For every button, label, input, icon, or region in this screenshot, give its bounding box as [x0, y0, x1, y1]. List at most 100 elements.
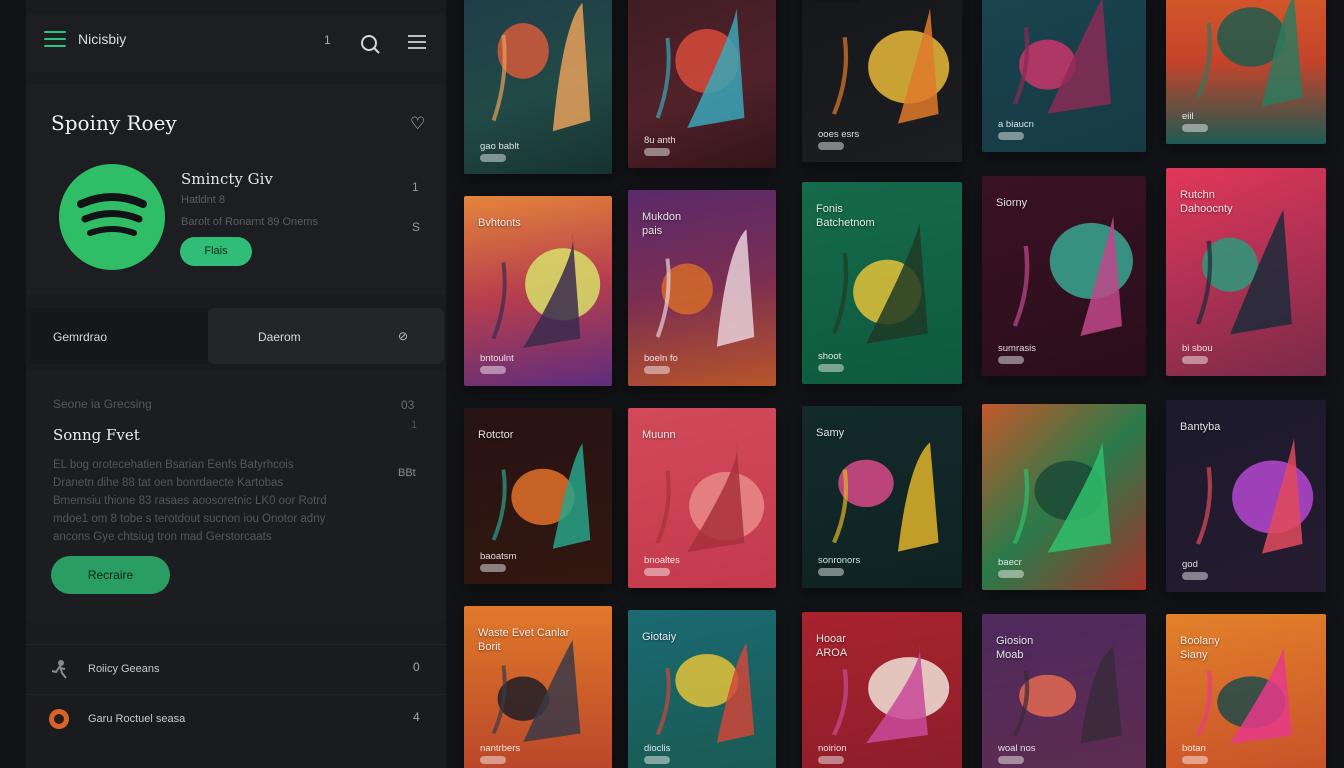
album-caption: Sumrasis: [998, 343, 1037, 354]
album-card[interactable]: Giosion Moab Woal Nos: [982, 614, 1146, 768]
album-caption: OOES ESRS: [818, 129, 860, 140]
album-card[interactable]: Rutchn Dahoocnty BI SBOU: [1166, 168, 1326, 376]
album-card[interactable]: EIIL: [1166, 0, 1326, 144]
album-card[interactable]: SaheGAO BABLT: [464, 0, 612, 174]
album-caption: Bntoulnt: [480, 353, 514, 364]
album-caption: GAO BABLT: [480, 141, 520, 152]
album-tag: [998, 756, 1024, 764]
album-title: Rotctor: [478, 429, 514, 441]
album-title: Scnnitee: [816, 0, 859, 4]
description-number: 03: [401, 398, 415, 412]
profile-title: Spoiny Roey: [51, 111, 177, 135]
description-card: Seone ia Grecsing 03 1 Sonng Fvet BBt EL…: [26, 370, 446, 620]
notification-count: 1: [324, 33, 331, 47]
album-tag: [1182, 356, 1208, 364]
album-tag: [998, 356, 1024, 364]
list-item[interactable]: Garu Roctuel seasa 4: [26, 694, 446, 744]
description-body: EL bog orotecehatien Bsarian Eenfs Batyr…: [53, 456, 383, 546]
album-tag: [818, 568, 844, 576]
album-artwork: [1166, 0, 1326, 144]
heart-icon[interactable]: ♡: [410, 114, 425, 134]
album-tag: [644, 568, 670, 576]
album-title: Giosion Moab: [996, 635, 1034, 661]
album-tag: [480, 564, 506, 572]
album-tag: [644, 148, 670, 156]
follow-button[interactable]: Flais: [180, 237, 252, 266]
album-title: Giotaiy: [642, 631, 677, 643]
album-card[interactable]: Bvhtonts Bntoulnt: [464, 196, 612, 386]
album-tag: [818, 364, 844, 372]
album-tag: [818, 756, 844, 764]
album-caption: Noirion: [818, 743, 847, 754]
album-tag: [1182, 756, 1208, 764]
profile-card: Spoiny Roey ♡ Smincty Giv Hatldnt 8 Baro…: [26, 84, 446, 294]
top-bar: Nicisbiy 1: [26, 14, 446, 72]
description-line: ancons Gye chtsiug tron mad Gerstorcaats: [53, 531, 272, 543]
tab-daerom[interactable]: Daerom ⊘: [208, 308, 444, 364]
hamburger-menu-icon[interactable]: [44, 31, 66, 49]
album-caption: A BIAUCN: [998, 119, 1034, 130]
album-card[interactable]: Hooar AROA Noirion: [802, 612, 962, 768]
search-icon[interactable]: [359, 33, 381, 55]
album-caption: Dioclis: [644, 743, 671, 754]
album-card[interactable]: Bantyba GOD: [1166, 400, 1326, 592]
album-title: Waste Evet Canlar Borit: [478, 627, 570, 653]
circle-icon: ⊘: [397, 329, 408, 343]
album-tag: [480, 154, 506, 162]
album-card[interactable]: BAECR: [982, 404, 1146, 590]
list-item-meta: 0: [413, 660, 420, 674]
figure-icon: [51, 660, 67, 679]
album-title: Siorny: [996, 197, 1028, 209]
sidebar: Nicisbiy 1 Spoiny Roey ♡ Smincty Giv Hat…: [26, 0, 446, 768]
album-card[interactable]: Siorny Sumrasis: [982, 176, 1146, 376]
album-caption: Sonronors: [818, 555, 861, 566]
album-caption: BI SBOU: [1182, 343, 1213, 354]
spotify-logo-icon: [59, 164, 165, 270]
album-card[interactable]: Waste Evet Canlar Borit Nantrbers: [464, 606, 612, 768]
tab-daerom-label: Daerom: [258, 330, 301, 344]
app-title: Nicisbiy: [78, 31, 127, 47]
album-card[interactable]: Muunn Bnoaltes: [628, 408, 776, 588]
description-badge: BBt: [398, 467, 416, 479]
album-caption: 8U ANTH: [644, 135, 676, 146]
album-tag: [998, 570, 1024, 578]
track-list: Roiicy Geeans 0 Garu Roctuel seasa 4: [26, 644, 446, 744]
artist-details: Barolt of Ronarnt 89 Onems: [181, 216, 318, 228]
description-kicker: Seone ia Grecsing: [53, 397, 152, 411]
album-caption: SHOOT: [818, 351, 842, 362]
list-icon[interactable]: [408, 35, 426, 49]
list-item[interactable]: Roiicy Geeans 0: [26, 644, 446, 694]
album-caption: EIIL: [1182, 111, 1194, 122]
album-card[interactable]: BaiA BIAUCN: [982, 0, 1146, 152]
tab-gemrdrao[interactable]: Gemrdrao: [30, 308, 206, 364]
album-tag: [998, 132, 1024, 140]
album-card[interactable]: Boolany Siany Botan: [1166, 614, 1326, 768]
album-title: Hooar AROA: [816, 633, 848, 659]
album-title: Fonis Batchetnom: [816, 203, 875, 229]
album-tag: [480, 366, 506, 374]
album-caption: Nantrbers: [480, 743, 521, 754]
album-tag: [644, 756, 670, 764]
artist-stat-1: 1: [412, 180, 419, 194]
description-action-button[interactable]: Recraire: [51, 556, 170, 594]
album-tag: [644, 366, 670, 374]
album-caption: Botan: [1182, 743, 1206, 754]
album-card[interactable]: Giotaiy Dioclis: [628, 610, 776, 768]
album-tag: [1182, 124, 1208, 132]
album-card[interactable]: Scnnitee OOES ESRS: [802, 0, 962, 162]
album-card[interactable]: Seaoncs 8U ANTH: [628, 0, 776, 168]
album-caption: BAOATSM: [480, 551, 517, 562]
album-card[interactable]: Mukdon pais BOELN FO: [628, 190, 776, 386]
album-title: Samy: [816, 427, 845, 439]
description-line: Bmemsiu thione 83 rasaes aoosoretnic LK0…: [53, 495, 327, 507]
album-card[interactable]: Rotctor BAOATSM: [464, 408, 612, 584]
album-card[interactable]: Fonis Batchetnom SHOOT: [802, 182, 962, 384]
album-card[interactable]: Samy Sonronors: [802, 406, 962, 588]
artist-subtitle: Hatldnt 8: [181, 194, 226, 206]
album-tag: [1182, 572, 1208, 580]
description-index: 1: [411, 419, 418, 431]
album-tag: [818, 142, 844, 150]
list-item-label: Garu Roctuel seasa: [88, 713, 186, 725]
description-line: Dranetn dihe 88 tat oen bonrdaecte Karto…: [53, 477, 284, 489]
album-title: Seaoncs: [642, 0, 685, 2]
